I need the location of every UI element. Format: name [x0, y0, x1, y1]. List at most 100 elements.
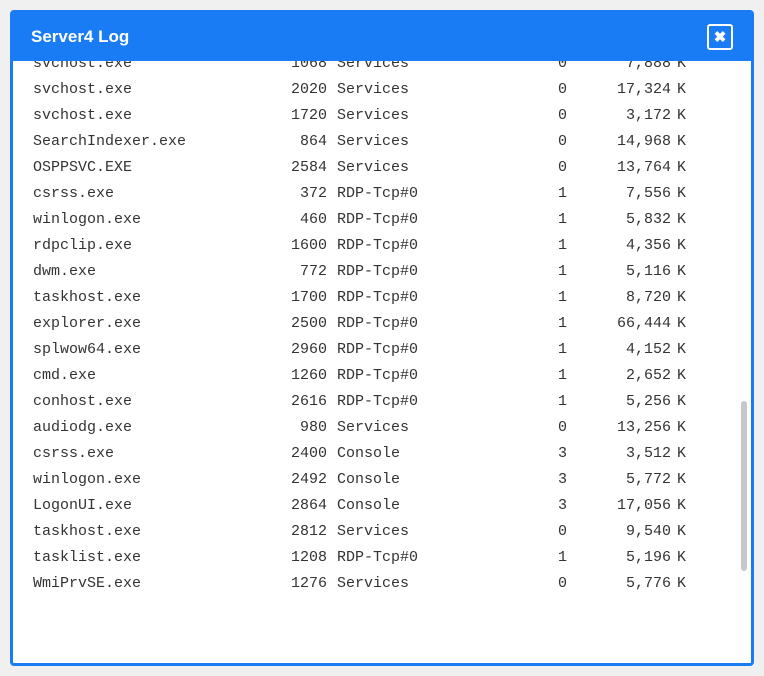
- process-name: svchost.exe: [33, 77, 271, 103]
- memory-value: 5,196: [567, 545, 671, 571]
- log-text: spoolsv.exe1036Services08,216Ksvchost.ex…: [13, 61, 751, 617]
- process-pid: 2584: [271, 155, 327, 181]
- memory-value: 4,356: [567, 233, 671, 259]
- process-row: csrss.exe372RDP-Tcp#017,556K: [33, 181, 731, 207]
- process-row: rdpclip.exe1600RDP-Tcp#014,356K: [33, 233, 731, 259]
- session-name: Services: [327, 519, 457, 545]
- memory-unit: K: [671, 493, 691, 519]
- log-content: spoolsv.exe1036Services08,216Ksvchost.ex…: [13, 61, 751, 663]
- process-name: taskhost.exe: [33, 519, 271, 545]
- session-name: Services: [327, 571, 457, 597]
- log-window: Server4 Log ✖ spoolsv.exe1036Services08,…: [10, 10, 754, 666]
- session-id: 0: [457, 155, 567, 181]
- session-id: 1: [457, 207, 567, 233]
- process-row: LogonUI.exe2864Console317,056K: [33, 493, 731, 519]
- window-title: Server4 Log: [31, 27, 129, 47]
- memory-value: 4,152: [567, 337, 671, 363]
- session-name: Console: [327, 493, 457, 519]
- process-name: LogonUI.exe: [33, 493, 271, 519]
- memory-unit: K: [671, 155, 691, 181]
- memory-unit: K: [671, 389, 691, 415]
- process-pid: 2616: [271, 389, 327, 415]
- process-pid: 2020: [271, 77, 327, 103]
- process-row: svchost.exe1720Services03,172K: [33, 103, 731, 129]
- process-name: rdpclip.exe: [33, 233, 271, 259]
- memory-value: 3,172: [567, 103, 671, 129]
- process-row: csrss.exe2400Console33,512K: [33, 441, 731, 467]
- process-pid: 1208: [271, 545, 327, 571]
- process-pid: 2864: [271, 493, 327, 519]
- process-pid: 2960: [271, 337, 327, 363]
- memory-value: 9,540: [567, 519, 671, 545]
- memory-value: 17,324: [567, 77, 671, 103]
- session-id: 1: [457, 285, 567, 311]
- session-id: 1: [457, 389, 567, 415]
- process-name: splwow64.exe: [33, 337, 271, 363]
- memory-unit: K: [671, 545, 691, 571]
- process-row: tasklist.exe1208RDP-Tcp#015,196K: [33, 545, 731, 571]
- process-name: conhost.exe: [33, 389, 271, 415]
- memory-value: 13,256: [567, 415, 671, 441]
- process-pid: 2492: [271, 467, 327, 493]
- memory-unit: K: [671, 61, 691, 77]
- session-name: Services: [327, 77, 457, 103]
- process-pid: 864: [271, 129, 327, 155]
- session-id: 0: [457, 129, 567, 155]
- session-id: 3: [457, 493, 567, 519]
- memory-unit: K: [671, 129, 691, 155]
- memory-unit: K: [671, 337, 691, 363]
- session-name: RDP-Tcp#0: [327, 259, 457, 285]
- process-row: svchost.exe2020Services017,324K: [33, 77, 731, 103]
- process-row: WmiPrvSE.exe1276Services05,776K: [33, 571, 731, 597]
- session-id: 0: [457, 415, 567, 441]
- memory-unit: K: [671, 519, 691, 545]
- process-pid: 2500: [271, 311, 327, 337]
- process-pid: 1260: [271, 363, 327, 389]
- session-name: RDP-Tcp#0: [327, 311, 457, 337]
- scrollbar-thumb[interactable]: [741, 401, 747, 571]
- process-name: csrss.exe: [33, 441, 271, 467]
- process-name: svchost.exe: [33, 103, 271, 129]
- process-row: winlogon.exe460RDP-Tcp#015,832K: [33, 207, 731, 233]
- process-name: winlogon.exe: [33, 207, 271, 233]
- process-name: taskhost.exe: [33, 285, 271, 311]
- close-icon: ✖: [714, 30, 727, 45]
- process-row: explorer.exe2500RDP-Tcp#0166,444K: [33, 311, 731, 337]
- session-name: RDP-Tcp#0: [327, 389, 457, 415]
- memory-unit: K: [671, 207, 691, 233]
- session-id: 1: [457, 181, 567, 207]
- memory-value: 3,512: [567, 441, 671, 467]
- session-name: RDP-Tcp#0: [327, 233, 457, 259]
- memory-value: 5,832: [567, 207, 671, 233]
- process-name: OSPPSVC.EXE: [33, 155, 271, 181]
- process-row: dwm.exe772RDP-Tcp#015,116K: [33, 259, 731, 285]
- memory-unit: K: [671, 363, 691, 389]
- session-id: 1: [457, 545, 567, 571]
- process-name: WmiPrvSE.exe: [33, 571, 271, 597]
- process-pid: 2812: [271, 519, 327, 545]
- session-name: RDP-Tcp#0: [327, 285, 457, 311]
- session-id: 0: [457, 61, 567, 77]
- memory-unit: K: [671, 467, 691, 493]
- process-row: winlogon.exe2492Console35,772K: [33, 467, 731, 493]
- process-pid: 1068: [271, 61, 327, 77]
- session-name: RDP-Tcp#0: [327, 545, 457, 571]
- memory-unit: K: [671, 441, 691, 467]
- process-name: svchost.exe: [33, 61, 271, 77]
- process-pid: 460: [271, 207, 327, 233]
- process-pid: 1276: [271, 571, 327, 597]
- process-name: cmd.exe: [33, 363, 271, 389]
- titlebar: Server4 Log ✖: [13, 13, 751, 61]
- session-name: Services: [327, 415, 457, 441]
- memory-value: 17,056: [567, 493, 671, 519]
- close-button[interactable]: ✖: [707, 24, 733, 50]
- session-id: 3: [457, 441, 567, 467]
- scrollbar-track[interactable]: [739, 61, 747, 663]
- memory-unit: K: [671, 233, 691, 259]
- process-pid: 980: [271, 415, 327, 441]
- process-pid: 1700: [271, 285, 327, 311]
- memory-value: 13,764: [567, 155, 671, 181]
- session-id: 1: [457, 233, 567, 259]
- process-name: dwm.exe: [33, 259, 271, 285]
- process-pid: 1720: [271, 103, 327, 129]
